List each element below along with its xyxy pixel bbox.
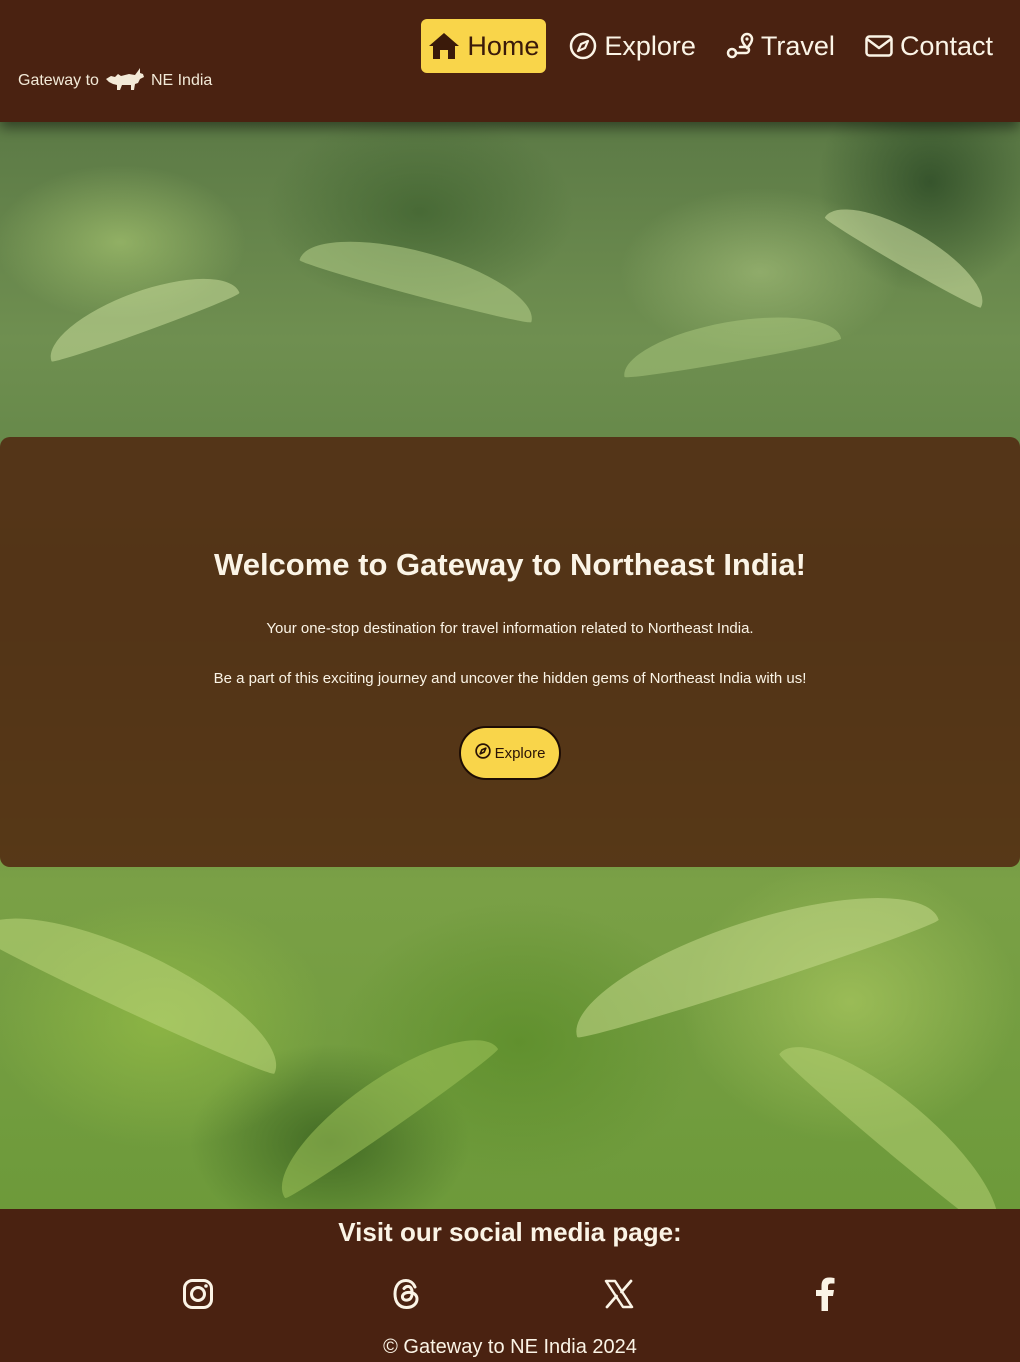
nav-home[interactable]: Home	[421, 19, 547, 73]
main-nav: Home Explore Travel Contact	[421, 19, 1000, 73]
rhino-silhouette-icon	[105, 68, 145, 94]
compass-icon	[474, 743, 491, 763]
palm-frond	[559, 864, 941, 1044]
nav-home-label: Home	[467, 30, 540, 61]
palm-frond	[823, 189, 997, 311]
copyright-text: © Gateway to NE India 2024	[383, 1336, 637, 1358]
welcome-panel: Welcome to Gateway to Northeast India! Y…	[0, 437, 1020, 867]
palm-frond	[618, 303, 842, 381]
brand-logo[interactable]: Gateway to NE India	[18, 68, 212, 94]
explore-button-label: Explore	[494, 744, 546, 762]
site-footer: Visit our social media page: © Gateway t…	[0, 1209, 1020, 1362]
welcome-invite: Be a part of this exciting journey and u…	[213, 670, 807, 687]
site-header: Gateway to NE India Home Explore Travel …	[0, 0, 1020, 122]
nav-travel[interactable]: Travel	[719, 19, 842, 73]
palm-frond	[298, 221, 542, 327]
nav-explore-label: Explore	[604, 30, 696, 61]
explore-button[interactable]: Explore	[459, 726, 561, 780]
threads-icon[interactable]	[390, 1277, 424, 1311]
envelope-icon	[865, 35, 893, 57]
home-icon	[428, 32, 460, 60]
compass-icon	[569, 32, 597, 60]
palm-frond	[776, 1018, 1020, 1209]
instagram-icon[interactable]	[181, 1277, 215, 1311]
brand-suffix: NE India	[150, 72, 213, 89]
palm-frond	[259, 1011, 501, 1203]
facebook-icon[interactable]	[808, 1277, 842, 1311]
route-icon	[726, 32, 754, 60]
nav-explore[interactable]: Explore	[562, 19, 703, 73]
x-icon[interactable]	[602, 1277, 636, 1311]
palm-frond	[39, 259, 241, 365]
palm-frond	[0, 885, 298, 1079]
brand-prefix: Gateway to	[18, 72, 99, 89]
nav-contact-label: Contact	[899, 30, 993, 61]
welcome-intro: Your one-stop destination for travel inf…	[266, 620, 754, 637]
welcome-title: Welcome to Gateway to Northeast India!	[214, 547, 806, 582]
page: Gateway to NE India Home Explore Travel …	[0, 0, 1020, 1362]
social-heading: Visit our social media page:	[338, 1217, 682, 1247]
nav-travel-label: Travel	[760, 30, 835, 61]
nav-contact[interactable]: Contact	[858, 19, 1000, 73]
